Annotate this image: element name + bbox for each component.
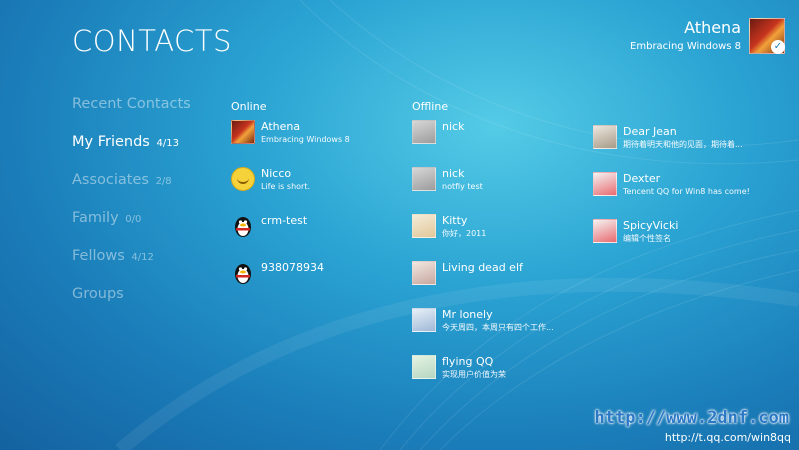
contact-name: Athena (261, 120, 301, 133)
watermark-url: http://t.qq.com/win8qq (664, 431, 791, 444)
contact-name: SpicyVicki (623, 219, 679, 232)
contact-text: Mr lonely 今天周四，本周只有四个工作... (442, 308, 554, 333)
contact-status: 编辑个性签名 (623, 234, 671, 243)
contact-item[interactable]: nick (412, 120, 554, 167)
avatar-icon (412, 308, 436, 332)
contact-status: Life is short. (261, 182, 310, 191)
online-header: Online (231, 100, 267, 113)
contact-name: Dear Jean (623, 125, 677, 138)
online-check-icon: ✓ (771, 40, 785, 54)
avatar-icon (593, 172, 617, 196)
group-recent-contacts[interactable]: Recent Contacts (72, 96, 191, 134)
offline-header: Offline (412, 100, 449, 113)
contact-text: flying QQ 实现用户价值为荣 (442, 355, 506, 380)
contact-status: notfiy test (442, 182, 483, 191)
user-info: Athena Embracing Windows 8 (630, 18, 741, 52)
contact-status: 期待着明天和他的见面，期待着... (623, 140, 743, 149)
group-count: 4/12 (131, 252, 154, 263)
contact-name: flying QQ (442, 355, 494, 368)
contact-item[interactable]: Mr lonely 今天周四，本周只有四个工作... (412, 308, 554, 355)
contact-name: Dexter (623, 172, 661, 185)
contact-text: Living dead elf (442, 261, 523, 274)
user-name: Athena (684, 18, 741, 37)
contact-item[interactable]: flying QQ 实现用户价值为荣 (412, 355, 554, 402)
offline-column-2: Dear Jean 期待着明天和他的见面，期待着... Dexter Tence… (593, 125, 750, 266)
contact-text: SpicyVicki 编辑个性签名 (623, 219, 678, 244)
contact-text: nick notfiy test (442, 167, 483, 192)
group-groups[interactable]: Groups (72, 286, 191, 324)
contact-text: Nicco Life is short. (261, 167, 310, 192)
contact-status: Tencent QQ for Win8 has come! (623, 187, 750, 196)
contact-item[interactable]: Kitty 你好，2011 (412, 214, 554, 261)
group-nav: Recent Contacts My Friends 4/13 Associat… (72, 96, 191, 324)
smiley-avatar-icon (231, 167, 255, 191)
contact-text: Athena Embracing Windows 8 (261, 120, 350, 145)
user-avatar-icon[interactable]: ✓ (749, 18, 785, 54)
group-label: My Friends (72, 134, 150, 150)
watermark-brand: http://www.2dnf.com (594, 408, 789, 428)
contact-item[interactable]: crm-test (231, 214, 350, 261)
contact-text: nick (442, 120, 464, 133)
group-label: Family (72, 210, 119, 226)
group-count: 2/8 (155, 176, 172, 187)
contact-item[interactable]: Dear Jean 期待着明天和他的见面，期待着... (593, 125, 750, 172)
contact-item[interactable]: Dexter Tencent QQ for Win8 has come! (593, 172, 750, 219)
avatar-icon (412, 355, 436, 379)
group-associates[interactable]: Associates 2/8 (72, 172, 191, 210)
contact-status: 你好，2011 (442, 229, 487, 238)
group-count: 4/13 (156, 138, 179, 149)
contact-name: Living dead elf (442, 261, 523, 274)
contact-item[interactable]: Athena Embracing Windows 8 (231, 120, 350, 167)
contact-status: 实现用户价值为荣 (442, 370, 506, 379)
avatar-icon (231, 120, 255, 144)
group-label: Groups (72, 286, 124, 302)
group-label: Associates (72, 172, 149, 188)
avatar-icon (412, 167, 436, 191)
group-count: 0/0 (125, 214, 142, 225)
avatar-icon (412, 261, 436, 285)
group-label: Recent Contacts (72, 96, 191, 112)
contact-text: Dear Jean 期待着明天和他的见面，期待着... (623, 125, 743, 150)
contact-item[interactable]: nick notfiy test (412, 167, 554, 214)
contact-item[interactable]: SpicyVicki 编辑个性签名 (593, 219, 750, 266)
penguin-avatar-icon (231, 261, 255, 285)
contact-name: crm-test (261, 214, 308, 227)
contact-text: Kitty 你好，2011 (442, 214, 486, 239)
contact-item[interactable]: Living dead elf (412, 261, 554, 308)
avatar-icon (593, 125, 617, 149)
contact-name: nick (442, 120, 465, 133)
avatar-icon (412, 214, 436, 238)
contact-name: 938078934 (261, 261, 324, 274)
user-profile[interactable]: Athena Embracing Windows 8 ✓ (630, 18, 785, 54)
contact-name: nick (442, 167, 465, 180)
contact-name: Nicco (261, 167, 292, 180)
contact-name: Kitty (442, 214, 468, 227)
group-family[interactable]: Family 0/0 (72, 210, 191, 248)
contact-status: 今天周四，本周只有四个工作... (442, 323, 554, 332)
contact-text: 938078934 (261, 261, 324, 274)
group-fellows[interactable]: Fellows 4/12 (72, 248, 191, 286)
contact-item[interactable]: 938078934 (231, 261, 350, 308)
online-column: Online Athena Embracing Windows 8 Nicco … (231, 100, 350, 308)
user-status: Embracing Windows 8 (630, 41, 741, 52)
group-label: Fellows (72, 248, 125, 264)
penguin-avatar-icon (231, 214, 255, 238)
contact-text: Dexter Tencent QQ for Win8 has come! (623, 172, 750, 197)
contact-name: Mr lonely (442, 308, 493, 321)
contact-text: crm-test (261, 214, 307, 227)
offline-column: Offline nick nick notfiy test Kitty 你好，2… (412, 100, 554, 402)
avatar-icon (593, 219, 617, 243)
page-title: CONTACTS (72, 24, 232, 58)
avatar-icon (412, 120, 436, 144)
contact-status: Embracing Windows 8 (261, 135, 350, 144)
contact-item[interactable]: Nicco Life is short. (231, 167, 350, 214)
group-my-friends[interactable]: My Friends 4/13 (72, 134, 191, 172)
